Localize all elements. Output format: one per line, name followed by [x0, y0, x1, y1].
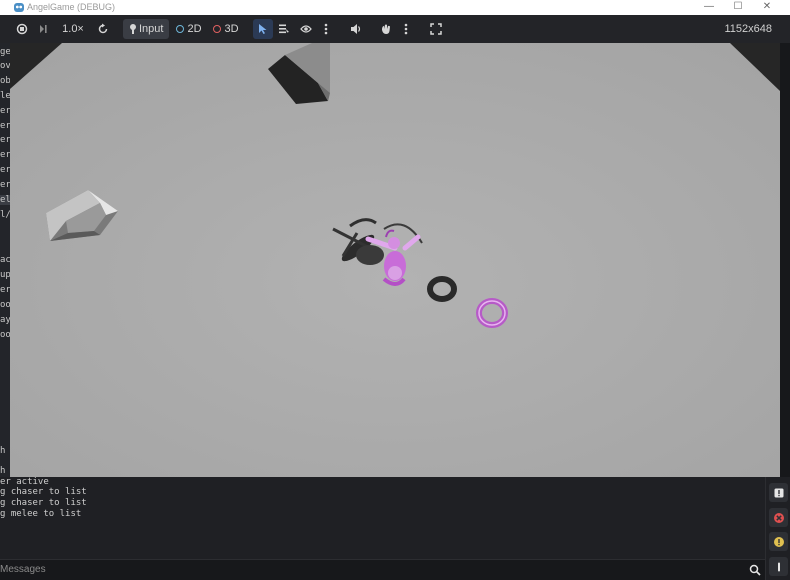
joystick-icon: [130, 24, 136, 34]
mode-3d-button[interactable]: 3D: [210, 19, 242, 39]
camera-override-button[interactable]: [376, 19, 396, 39]
panel-text-fragment: ov: [0, 61, 10, 71]
list-select-button[interactable]: [274, 19, 294, 39]
warning-icon: [773, 536, 784, 547]
eye-icon: [300, 25, 312, 33]
input-toggle-button[interactable]: Input: [123, 19, 169, 39]
mode-2d-button[interactable]: 2D: [173, 19, 205, 39]
time-scale-button[interactable]: 1.0×: [58, 19, 88, 39]
game-toolbar: 1.0× Input 2D 3D 1152x648: [0, 15, 790, 43]
visibility-button[interactable]: [296, 19, 316, 39]
panel-text-fragment: el: [0, 195, 10, 205]
error-icon: [773, 512, 784, 523]
arrow-cursor-icon: [259, 24, 267, 34]
filter-messages-button[interactable]: [769, 483, 788, 502]
panel-text-fragment: oo: [0, 300, 10, 310]
fullscreen-icon: [430, 23, 442, 35]
reset-time-scale-button[interactable]: [93, 19, 113, 39]
filter-warnings-button[interactable]: [769, 532, 788, 551]
console-line: g chaser to list: [0, 498, 87, 508]
editor-left-panel-edge: ge ov ob le er er er er er er el l/ ac u…: [0, 43, 10, 477]
window-title: AngelGame (DEBUG): [27, 2, 116, 12]
filter-messages-input[interactable]: Messages: [0, 562, 46, 578]
panel-text-fragment: oo: [0, 330, 10, 340]
panel-text-fragment: er: [0, 106, 10, 116]
circle-3d-icon: [213, 25, 222, 33]
kebab-menu-icon: [404, 23, 408, 35]
console-filter-buttons: [765, 477, 790, 580]
list-icon: [279, 24, 289, 34]
message-icon: [774, 488, 783, 497]
panel-text-fragment: h: [0, 446, 6, 456]
info-icon: [777, 562, 780, 571]
console-filter-bar: Messages: [0, 559, 765, 580]
kebab-menu-icon: [324, 23, 328, 35]
fullscreen-button[interactable]: [426, 19, 446, 39]
editor-right-panel-edge: [780, 43, 790, 477]
panel-text-fragment: up: [0, 270, 10, 280]
mute-button[interactable]: [346, 19, 366, 39]
circle-2d-icon: [176, 25, 185, 33]
panel-text-fragment: er: [0, 180, 10, 190]
next-frame-icon: [40, 25, 47, 33]
panel-text-fragment: er: [0, 285, 10, 295]
output-console: er active g chaser to list g chaser to l…: [0, 477, 765, 559]
filter-errors-button[interactable]: [769, 508, 788, 527]
panel-text-fragment: ac: [0, 255, 10, 265]
suspend-icon: [16, 23, 28, 35]
view-options-button[interactable]: [318, 19, 334, 39]
reset-icon: [98, 23, 108, 34]
panel-text-fragment: le: [0, 91, 10, 101]
console-line: g melee to list: [0, 509, 82, 519]
mode-3d-label: 3D: [224, 23, 239, 35]
panel-text-fragment: ay: [0, 315, 10, 325]
panel-text-fragment: er: [0, 150, 10, 160]
input-toggle-label: Input: [139, 23, 164, 35]
suspend-button[interactable]: [12, 19, 32, 39]
panel-text-fragment: l/: [0, 210, 10, 220]
panel-text-fragment: ge: [0, 47, 10, 57]
console-line: g chaser to list: [0, 487, 87, 497]
godot-app-icon: [14, 3, 24, 12]
filter-editor-button[interactable]: [769, 557, 788, 576]
maximize-button[interactable]: ☐: [723, 0, 753, 15]
panel-text-fragment: er: [0, 121, 10, 131]
camera-options-button[interactable]: [398, 19, 414, 39]
game-viewport[interactable]: [10, 43, 780, 477]
speaker-icon: [351, 24, 361, 34]
mode-2d-label: 2D: [187, 23, 202, 35]
close-button[interactable]: ✕: [752, 0, 782, 15]
search-icon[interactable]: [748, 563, 762, 577]
panel-text-fragment: er: [0, 135, 10, 145]
game-scene: [10, 43, 780, 477]
hand-icon: [382, 24, 390, 34]
select-mode-button[interactable]: [253, 19, 273, 39]
window-title-bar: AngelGame (DEBUG) — ☐ ✕: [0, 0, 790, 15]
next-frame-button[interactable]: [34, 19, 52, 39]
resolution-label: 1152x648: [724, 23, 772, 35]
minimize-button[interactable]: —: [694, 0, 724, 15]
panel-text-fragment: er: [0, 165, 10, 175]
panel-text-fragment: ob: [0, 76, 10, 86]
panel-text-fragment: h: [0, 466, 6, 476]
